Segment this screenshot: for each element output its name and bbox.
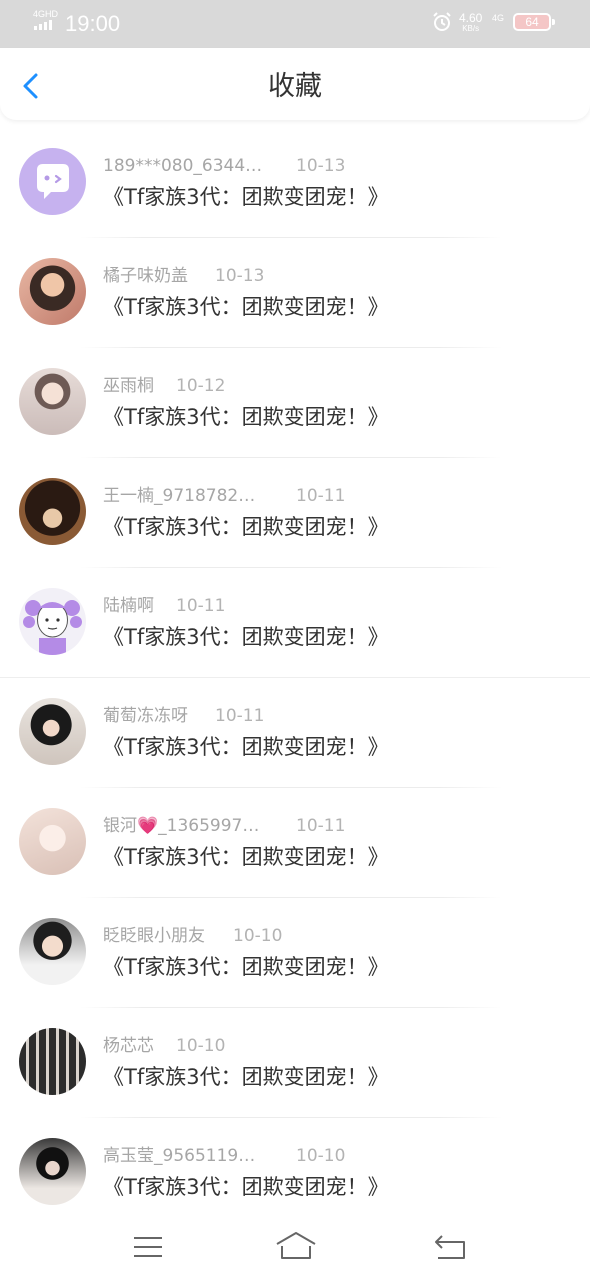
network-type: 4G	[492, 13, 505, 23]
avatar[interactable]	[19, 148, 86, 215]
item-date: 10-10	[296, 1146, 346, 1166]
chat-bubble-icon	[37, 164, 69, 199]
back-icon[interactable]	[426, 1230, 474, 1264]
list-item[interactable]: 眨眨眼小朋友 10-10 《Tf家族3代：团欺变团宠！》	[0, 898, 590, 1008]
speed-unit: KB/s	[462, 24, 480, 33]
item-meta: 189***080_6344… 10-13	[103, 155, 345, 177]
avatar[interactable]	[19, 1138, 86, 1205]
list-item[interactable]: 陆楠啊 10-11 《Tf家族3代：团欺变团宠！》	[0, 568, 590, 678]
list-item[interactable]: 杨芯芯 10-10 《Tf家族3代：团欺变团宠！》	[0, 1008, 590, 1118]
user-name[interactable]: 眨眨眼小朋友	[103, 925, 205, 947]
item-meta: 杨芯芯 10-10	[103, 1035, 225, 1057]
item-date: 10-13	[215, 266, 265, 286]
user-name[interactable]: 杨芯芯	[103, 1035, 154, 1057]
item-date: 10-11	[296, 486, 346, 506]
menu-icon[interactable]	[124, 1230, 172, 1264]
novel-title[interactable]: 《Tf家族3代：团欺变团宠！》	[103, 513, 389, 541]
novel-title[interactable]: 《Tf家族3代：团欺变团宠！》	[103, 183, 389, 211]
speed-value: 4.60	[459, 11, 483, 25]
item-meta: 高玉莹_9565119… 10-10	[103, 1145, 345, 1167]
status-bar: 4GHD 19:00 4.60 KB/s 4G 64	[0, 0, 590, 48]
list-item[interactable]: 巫雨桐 10-12 《Tf家族3代：团欺变团宠！》	[0, 348, 590, 458]
novel-title[interactable]: 《Tf家族3代：团欺变团宠！》	[103, 623, 389, 651]
favorites-list: 189***080_6344… 10-13 《Tf家族3代：团欺变团宠！》 橘子…	[0, 128, 590, 1228]
item-meta: 葡萄冻冻呀 10-11	[103, 705, 264, 727]
list-item[interactable]: 高玉莹_9565119… 10-10 《Tf家族3代：团欺变团宠！》	[0, 1118, 590, 1228]
item-date: 10-11	[176, 596, 226, 616]
item-meta: 眨眨眼小朋友 10-10	[103, 925, 282, 947]
page-title: 收藏	[268, 71, 322, 102]
app-header: 收藏	[0, 48, 590, 120]
avatar[interactable]	[19, 588, 86, 655]
item-date: 10-10	[176, 1036, 226, 1056]
avatar[interactable]	[19, 698, 86, 765]
list-item[interactable]: 王一楠_9718782… 10-11 《Tf家族3代：团欺变团宠！》	[0, 458, 590, 568]
avatar[interactable]	[19, 368, 86, 435]
novel-title[interactable]: 《Tf家族3代：团欺变团宠！》	[103, 1173, 389, 1201]
list-item[interactable]: 葡萄冻冻呀 10-11 《Tf家族3代：团欺变团宠！》	[0, 678, 590, 788]
user-name[interactable]: 陆楠啊	[103, 595, 154, 617]
item-date: 10-12	[176, 376, 226, 396]
list-item[interactable]: 189***080_6344… 10-13 《Tf家族3代：团欺变团宠！》	[0, 128, 590, 238]
list-item[interactable]: 银河💗_1365997… 10-11 《Tf家族3代：团欺变团宠！》	[0, 788, 590, 898]
novel-title[interactable]: 《Tf家族3代：团欺变团宠！》	[103, 1063, 389, 1091]
avatar[interactable]	[19, 918, 86, 985]
item-date: 10-11	[215, 706, 265, 726]
avatar[interactable]	[19, 258, 86, 325]
user-name[interactable]: 银河💗_1365997…	[103, 815, 259, 837]
battery-level: 64	[525, 15, 539, 29]
avatar[interactable]	[19, 808, 86, 875]
item-meta: 巫雨桐 10-12	[103, 375, 225, 397]
novel-title[interactable]: 《Tf家族3代：团欺变团宠！》	[103, 953, 389, 981]
signal-icon	[34, 20, 52, 30]
network-label: 4GHD	[33, 9, 59, 19]
novel-title[interactable]: 《Tf家族3代：团欺变团宠！》	[103, 843, 389, 871]
user-name[interactable]: 巫雨桐	[103, 375, 154, 397]
user-name[interactable]: 189***080_6344…	[103, 155, 262, 177]
item-meta: 银河💗_1365997… 10-11	[103, 815, 345, 837]
home-icon[interactable]	[271, 1230, 321, 1264]
item-meta: 王一楠_9718782… 10-11	[103, 485, 345, 507]
user-name[interactable]: 高玉莹_9565119…	[103, 1145, 255, 1167]
item-date: 10-10	[233, 926, 283, 946]
item-meta: 陆楠啊 10-11	[103, 595, 225, 617]
user-name[interactable]: 橘子味奶盖	[103, 265, 188, 287]
avatar[interactable]	[19, 478, 86, 545]
network-speed: 4.60 KB/s	[459, 12, 482, 34]
clock: 19:00	[65, 11, 121, 36]
novel-title[interactable]: 《Tf家族3代：团欺变团宠！》	[103, 403, 389, 431]
battery-icon: 64	[513, 13, 555, 31]
user-name[interactable]: 王一楠_9718782…	[103, 485, 255, 507]
item-meta: 橘子味奶盖 10-13	[103, 265, 264, 287]
novel-title[interactable]: 《Tf家族3代：团欺变团宠！》	[103, 733, 389, 761]
avatar[interactable]	[19, 1028, 86, 1095]
item-date: 10-11	[296, 816, 346, 836]
alarm-icon	[433, 12, 451, 31]
list-item[interactable]: 橘子味奶盖 10-13 《Tf家族3代：团欺变团宠！》	[0, 238, 590, 348]
cartoon-avatar-icon	[23, 600, 82, 655]
novel-title[interactable]: 《Tf家族3代：团欺变团宠！》	[103, 293, 389, 321]
user-name[interactable]: 葡萄冻冻呀	[103, 705, 188, 727]
system-nav-bar	[0, 1214, 590, 1280]
item-date: 10-13	[296, 156, 346, 176]
